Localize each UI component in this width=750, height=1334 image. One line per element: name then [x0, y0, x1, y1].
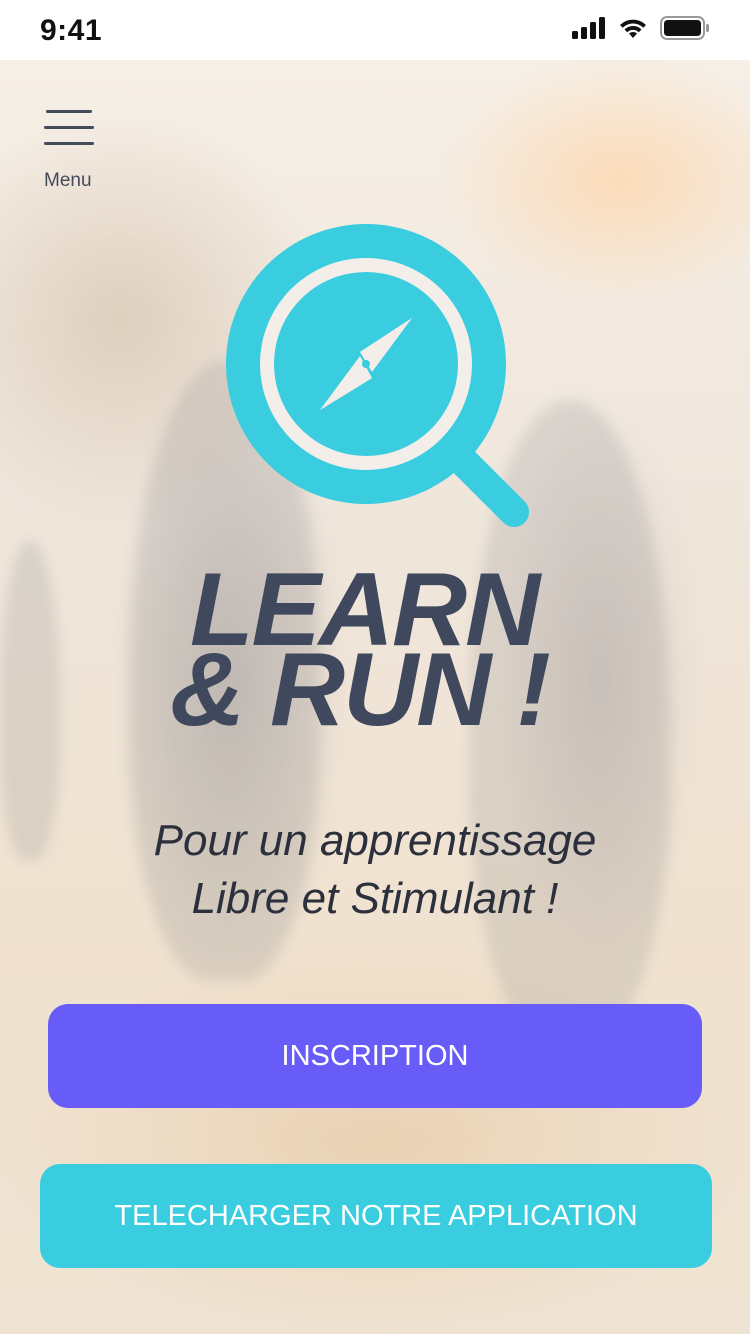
- app-title: LEARN & RUN !: [150, 558, 600, 748]
- wifi-icon: [620, 19, 646, 38]
- tagline-line2: Libre et Stimulant !: [191, 874, 559, 923]
- battery-icon: [660, 16, 709, 40]
- hamburger-menu-icon: [44, 110, 96, 148]
- app-title-line2: & RUN !: [170, 632, 551, 748]
- status-icons: [572, 16, 710, 40]
- cellular-signal-icon: [572, 17, 605, 39]
- status-bar: 9:41: [0, 0, 750, 60]
- inscription-button[interactable]: INSCRIPTION: [48, 1004, 702, 1108]
- status-time: 9:41: [40, 14, 103, 47]
- magnifier-compass-icon: [226, 224, 529, 527]
- download-app-button[interactable]: TELECHARGER NOTRE APPLICATION: [40, 1164, 712, 1268]
- home-screen: 9:41 Menu LEARN & RUN ! Pour un apprenti…: [0, 0, 750, 1334]
- menu-label: Menu: [44, 170, 92, 191]
- tagline: Pour un apprentissage Libre et Stimulant…: [0, 812, 750, 928]
- tagline-line1: Pour un apprentissage: [153, 816, 597, 865]
- menu-button[interactable]: Menu: [44, 110, 104, 192]
